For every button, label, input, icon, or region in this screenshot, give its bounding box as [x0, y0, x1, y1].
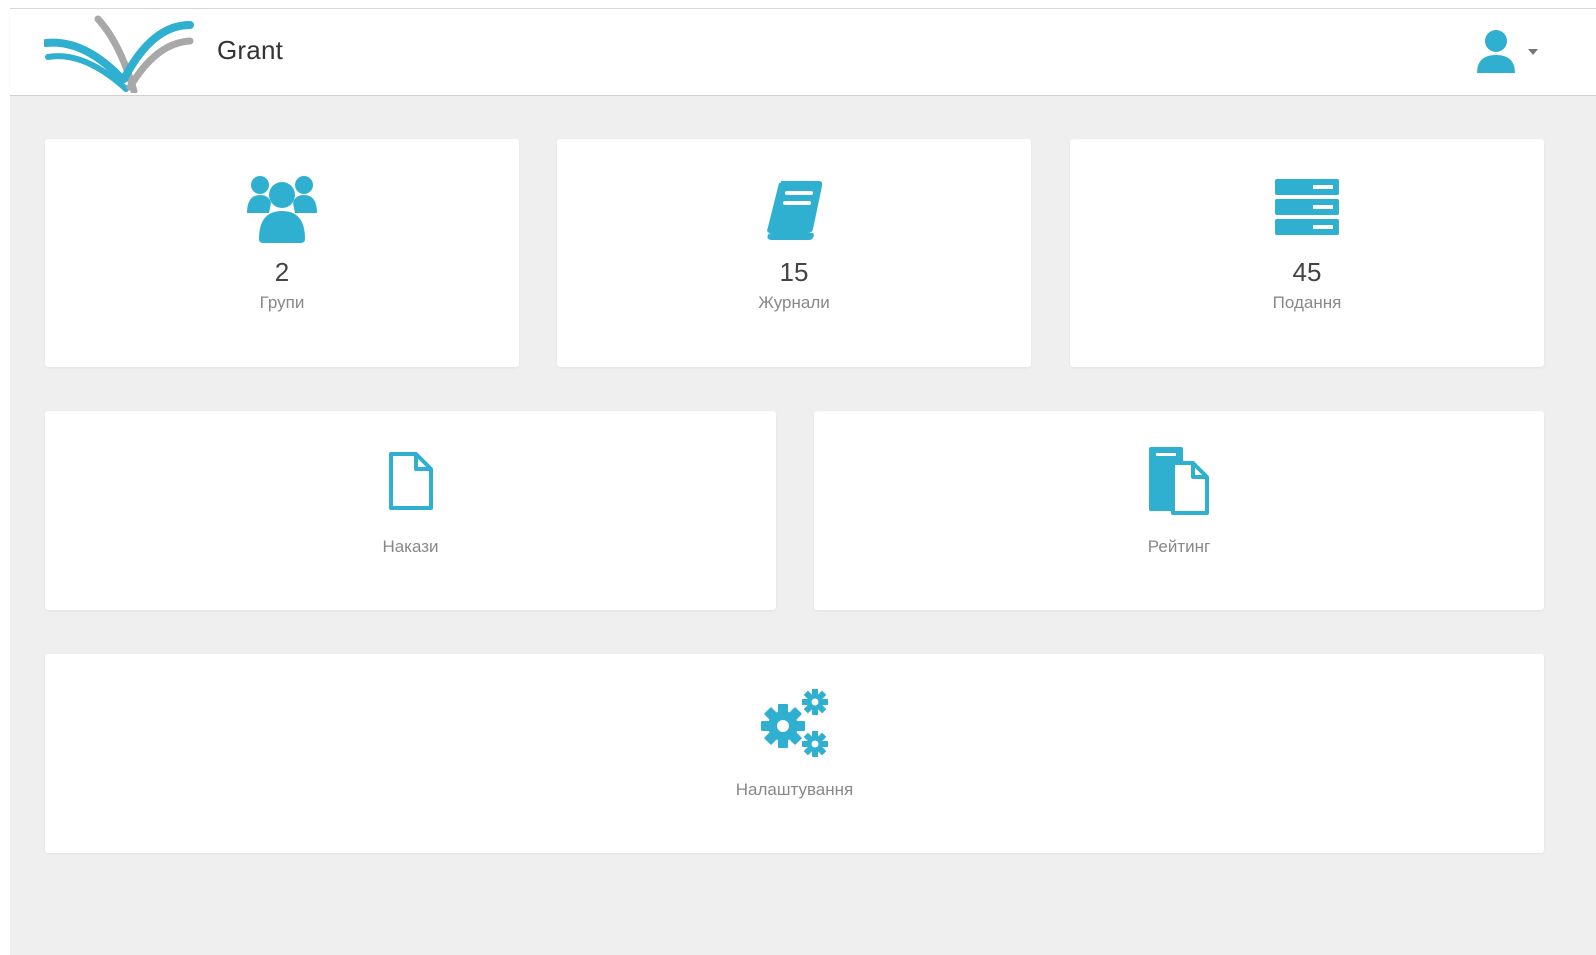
file-icon: [388, 452, 433, 510]
app-title[interactable]: Grant: [217, 35, 283, 66]
book-icon: [767, 181, 823, 240]
groups-count: 2: [274, 257, 290, 287]
tile-orders[interactable]: Накази: [45, 411, 776, 610]
tile-groups[interactable]: 2 Групи: [45, 139, 519, 367]
logo-icon[interactable]: [44, 13, 194, 93]
tile-journals[interactable]: 15 Журнали: [557, 139, 1031, 367]
groups-label: Групи: [259, 293, 305, 312]
server-icon: [1275, 179, 1339, 235]
user-menu-toggle[interactable]: [1474, 27, 1544, 77]
orders-label: Накази: [382, 537, 439, 556]
gears-icon: [760, 689, 828, 757]
caret-down-icon: [1528, 49, 1538, 55]
tile-submissions[interactable]: 45 Подання: [1070, 139, 1544, 367]
copy-icon: [1149, 447, 1209, 515]
submissions-count: 45: [1292, 257, 1322, 287]
rating-label: Рейтинг: [1147, 537, 1211, 556]
users-icon: [247, 176, 317, 243]
settings-label: Налаштування: [735, 780, 854, 799]
journals-label: Журнали: [758, 293, 830, 312]
top-navbar: Grant: [10, 9, 1596, 96]
user-icon: [1477, 30, 1515, 73]
submissions-label: Подання: [1272, 293, 1342, 312]
tile-rating[interactable]: Рейтинг: [814, 411, 1544, 610]
tile-settings[interactable]: Налаштування: [45, 654, 1544, 853]
journals-count: 15: [779, 257, 809, 287]
dashboard-content: 2 Групи 15 Журнали 45 Подання Накази Рей…: [10, 96, 1596, 955]
